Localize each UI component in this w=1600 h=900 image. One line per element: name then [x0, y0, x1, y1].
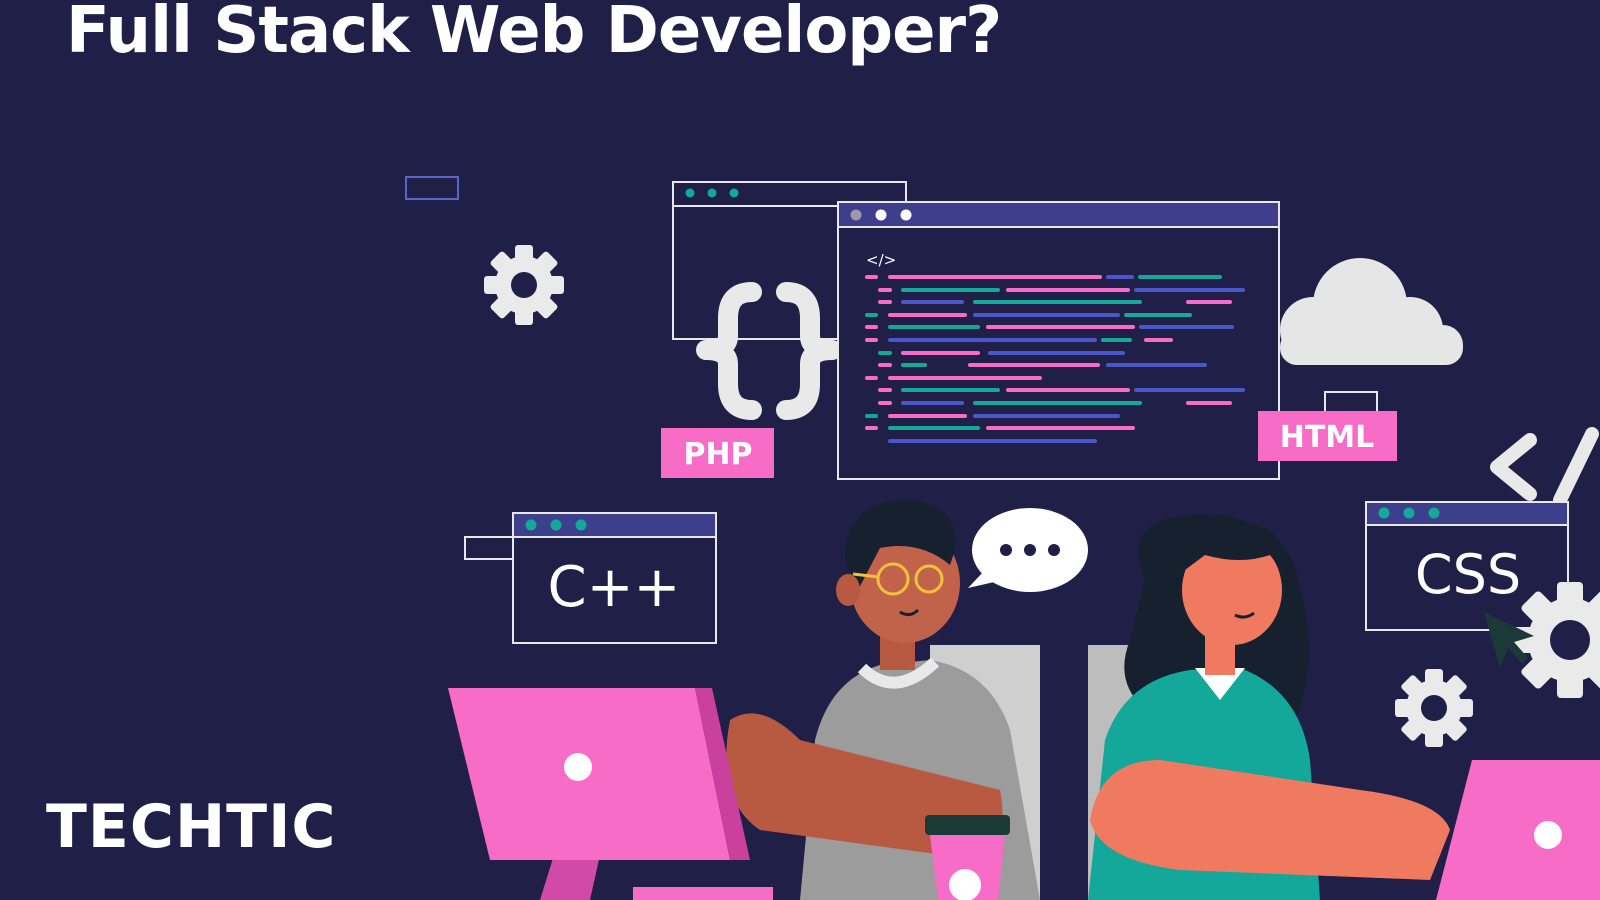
css-window-label: CSS — [1415, 543, 1521, 606]
developer-illustration: PHP </> HTML C++ CSS — [405, 176, 1600, 900]
brand-logo-text: TECHTIC — [46, 792, 337, 862]
monitor-left — [448, 688, 773, 900]
html-tag-label: HTML — [1280, 420, 1375, 455]
code-slash-icon — [1490, 427, 1599, 507]
php-tag-label: PHP — [683, 437, 752, 472]
cpp-window-label: C++ — [548, 555, 681, 620]
cloud-icon — [1280, 258, 1463, 365]
code-window: </> — [837, 201, 1280, 480]
php-tag: PHP — [661, 428, 774, 478]
cpp-window: C++ — [464, 512, 717, 644]
coffee-cup-icon — [925, 815, 1010, 900]
decor-rect — [405, 176, 459, 200]
code-icon-label: </> — [866, 251, 896, 269]
speech-bubble-icon — [968, 508, 1088, 592]
gear-icon — [1395, 669, 1473, 747]
gear-icon — [484, 245, 564, 325]
monitor-right — [1436, 760, 1600, 900]
